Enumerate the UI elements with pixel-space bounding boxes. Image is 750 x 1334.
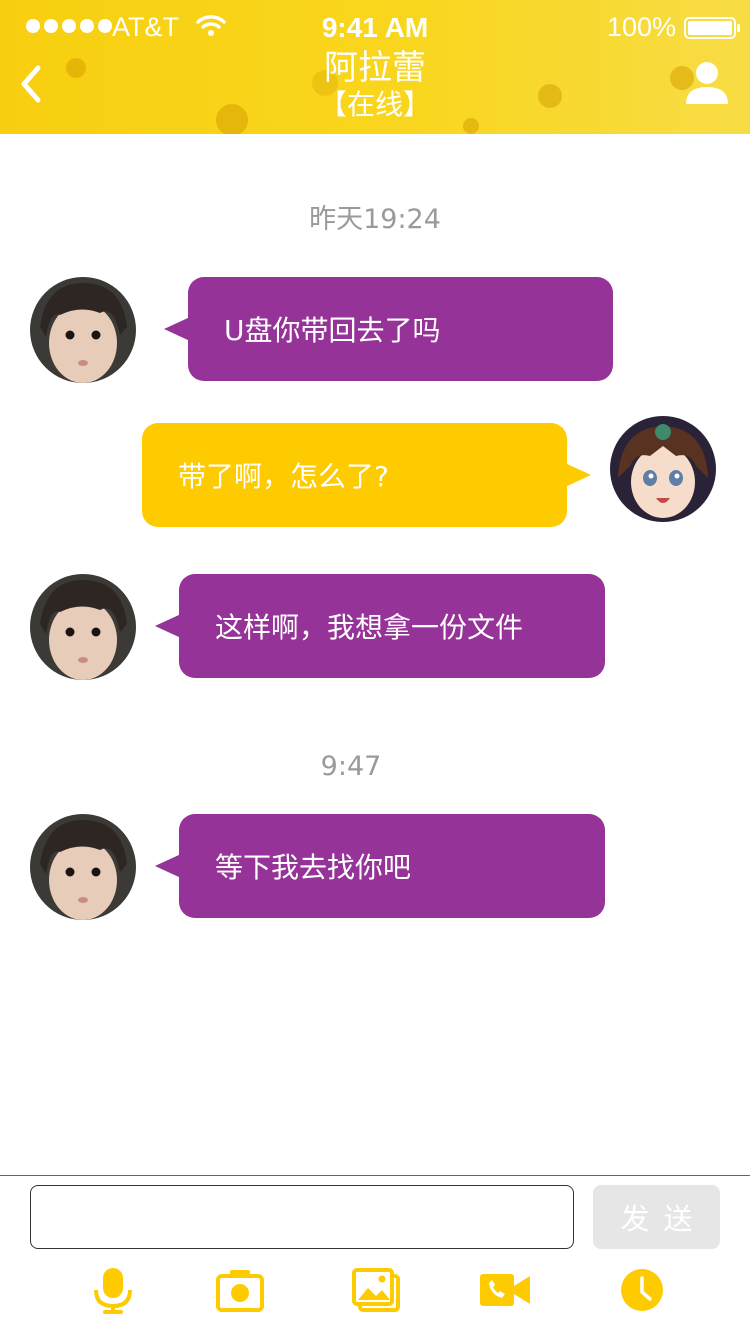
battery-icon [684,17,740,39]
microphone-icon[interactable] [89,1266,137,1314]
message-bubble-outgoing[interactable]: 带了啊，怎么了? [142,423,591,527]
chat-screen: AT&T 9:41 AM 100% 阿拉蕾 【在线】 昨天19:24 U盘你带回… [0,0,750,1334]
contact-name: 阿拉蕾 [324,48,426,88]
message-bubble-incoming[interactable]: 等下我去找你吧 [155,814,605,918]
online-status: 【在线】 [318,88,431,121]
message-text: 这样啊，我想拿一份文件 [215,611,524,644]
battery-percent: 100% [606,12,676,42]
camera-icon[interactable] [216,1266,264,1314]
contact-avatar[interactable] [30,574,136,680]
timestamp: 昨天19:24 [309,204,441,235]
image-icon[interactable] [352,1266,400,1314]
message-text: U盘你带回去了吗 [224,314,441,347]
message-input[interactable] [30,1185,574,1249]
message-bubble-incoming[interactable]: U盘你带回去了吗 [164,277,613,381]
clock-icon[interactable] [618,1266,666,1314]
user-avatar[interactable] [610,416,716,522]
timestamp: 9:47 [320,751,382,782]
send-button[interactable]: 发送 [593,1185,720,1249]
message-text: 带了啊，怎么了? [178,460,389,493]
message-bubble-incoming[interactable]: 这样啊，我想拿一份文件 [155,574,605,678]
header: AT&T 9:41 AM 100% 阿拉蕾 【在线】 [0,0,750,134]
contact-avatar[interactable] [30,277,136,383]
contact-avatar[interactable] [30,814,136,920]
video-call-icon[interactable] [480,1266,532,1314]
input-divider [0,1175,750,1176]
message-text: 等下我去找你吧 [215,851,412,884]
profile-icon[interactable] [686,60,728,106]
